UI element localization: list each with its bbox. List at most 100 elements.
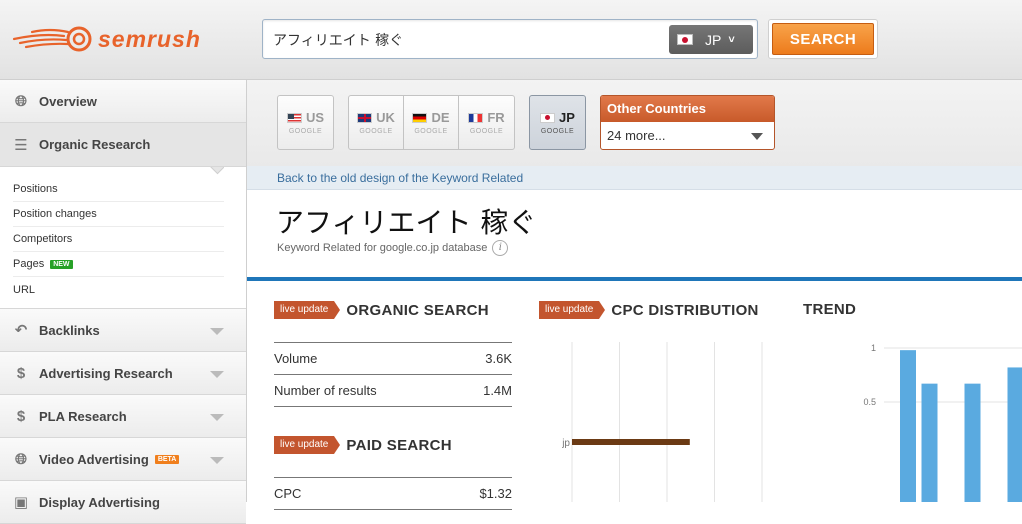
database-code: JP: [705, 32, 721, 48]
subnav-item-positions[interactable]: Positions: [13, 177, 224, 202]
db-group-uk-de-fr: UK GOOGLE DE GOOGLE FR GOOGLE: [348, 95, 515, 150]
sidebar-item-label: Video Advertising: [39, 452, 149, 467]
uk-flag-icon: [357, 113, 372, 123]
sidebar-item-video-advertising[interactable]: 🌐︎ Video Advertising BETA: [0, 438, 246, 481]
db-button-de[interactable]: DE GOOGLE: [404, 96, 459, 149]
metric-row-volume: Volume 3.6K: [274, 343, 512, 375]
metric-label: Volume: [274, 351, 317, 366]
search-button-frame: SEARCH: [768, 19, 878, 59]
subnav-label: Position changes: [13, 208, 97, 220]
category-tick-label: jp: [561, 438, 570, 449]
cpc-distribution-svg: jp: [572, 342, 767, 502]
database-bar: US GOOGLE UK GOOGLE DE GOOGLE FR GOOGLE …: [247, 80, 1022, 166]
paid-search-metrics: CPC $1.32: [274, 477, 512, 510]
metric-label: Number of results: [274, 383, 377, 398]
db-button-jp[interactable]: JP GOOGLE: [529, 95, 586, 150]
subnav-label: Competitors: [13, 233, 72, 245]
metric-label: CPC: [274, 486, 301, 501]
sidebar-item-advertising-research[interactable]: $ Advertising Research: [0, 352, 246, 395]
logo-text: semrush: [98, 26, 201, 53]
sidebar-item-display-advertising[interactable]: ▣ Display Advertising: [0, 481, 246, 524]
semrush-logo[interactable]: semrush: [12, 22, 201, 56]
db-code: UK: [376, 110, 395, 125]
subnav-label: URL: [13, 284, 35, 296]
subnav-item-url[interactable]: URL: [13, 277, 224, 302]
y-tick-label: 1: [871, 343, 876, 353]
subnav-item-pages[interactable]: Pages NEW: [13, 252, 224, 277]
new-badge: NEW: [50, 260, 72, 269]
sidebar-item-backlinks[interactable]: ↶ Backlinks: [0, 309, 246, 352]
caret-down-icon: [210, 457, 224, 464]
keyword-title: アフィリエイト 稼ぐ: [276, 201, 536, 241]
chevron-down-icon: ˅: [728, 34, 734, 46]
search-box: JP ˅: [262, 19, 758, 59]
sidebar-item-organic-research[interactable]: ☰ Organic Research: [0, 123, 246, 167]
sidebar-item-overview[interactable]: 🌐︎ Overview: [0, 80, 246, 123]
db-engine-label: GOOGLE: [349, 128, 403, 135]
metric-value: $1.32: [479, 486, 512, 501]
sidebar-item-label: PLA Research: [39, 409, 127, 424]
display-icon: ▣: [13, 493, 29, 511]
subnav-item-position-changes[interactable]: Position changes: [13, 202, 224, 227]
list-icon: ☰: [13, 136, 29, 154]
cpc-distribution-title: CPC DISTRIBUTION: [611, 302, 758, 319]
backlink-icon: ↶: [13, 321, 29, 339]
metric-value: 3.6K: [485, 351, 512, 366]
other-countries-select[interactable]: 24 more...: [601, 122, 774, 150]
top-header: semrush JP ˅ SEARCH: [0, 0, 1022, 80]
cpc-bar: [572, 439, 690, 445]
search-button[interactable]: SEARCH: [772, 23, 874, 55]
beta-badge: BETA: [155, 455, 180, 464]
active-pointer: [210, 167, 224, 175]
live-update-badge: live update: [274, 301, 334, 319]
db-code: FR: [487, 110, 504, 125]
trend-header: TREND: [803, 301, 856, 318]
subnav-item-competitors[interactable]: Competitors: [13, 227, 224, 252]
db-code: JP: [559, 110, 575, 125]
main-content: US GOOGLE UK GOOGLE DE GOOGLE FR GOOGLE …: [247, 80, 1022, 502]
keyword-subtitle: Keyword Related for google.co.jp databas…: [277, 240, 508, 256]
caret-down-icon: [210, 371, 224, 378]
sidebar-item-pla-research[interactable]: $ PLA Research: [0, 395, 246, 438]
back-link-bar: Back to the old design of the Keyword Re…: [247, 166, 1022, 190]
db-button-fr[interactable]: FR GOOGLE: [459, 96, 514, 149]
subnav-label: Positions: [13, 183, 58, 195]
japan-flag-icon: [677, 34, 693, 45]
dollar-icon: $: [13, 365, 29, 382]
trend-title: TREND: [803, 301, 856, 318]
metric-value: 1.4M: [483, 383, 512, 398]
subnav-label: Pages: [13, 258, 44, 270]
caret-down-icon: [210, 414, 224, 421]
trend-bar: [900, 350, 916, 502]
globe-icon: 🌐︎: [13, 93, 29, 110]
dollar-icon: $: [13, 408, 29, 425]
trend-bar: [1008, 367, 1022, 502]
db-code: DE: [431, 110, 449, 125]
search-input[interactable]: [273, 29, 663, 51]
paid-search-title: PAID SEARCH: [346, 437, 452, 454]
db-button-uk[interactable]: UK GOOGLE: [349, 96, 404, 149]
sidebar-item-label: Display Advertising: [39, 495, 160, 510]
cpc-distribution-header: live update CPC DISTRIBUTION: [539, 301, 759, 319]
db-engine-label: GOOGLE: [278, 128, 333, 135]
organic-search-header: live update ORGANIC SEARCH: [274, 301, 489, 319]
trend-chart: 10.5: [832, 342, 1022, 502]
trend-svg: 10.5: [832, 342, 1022, 502]
sidebar-item-label: Advertising Research: [39, 366, 173, 381]
caret-down-icon: [210, 328, 224, 335]
database-select[interactable]: JP ˅: [669, 25, 753, 54]
other-countries-dropdown[interactable]: Other Countries 24 more...: [600, 95, 775, 150]
trend-bar: [965, 384, 981, 502]
us-flag-icon: [287, 113, 302, 123]
info-icon[interactable]: i: [492, 240, 508, 256]
back-to-old-design-link[interactable]: Back to the old design of the Keyword Re…: [277, 171, 523, 185]
organic-subnav: Positions Position changes Competitors P…: [0, 167, 246, 309]
db-button-us[interactable]: US GOOGLE: [277, 95, 334, 150]
trend-bar: [922, 384, 938, 502]
other-countries-value: 24 more...: [607, 128, 666, 143]
globe-icon: 🌐︎: [13, 451, 29, 468]
db-engine-label: GOOGLE: [530, 128, 585, 135]
metric-row-results: Number of results 1.4M: [274, 375, 512, 407]
live-update-badge: live update: [274, 436, 334, 454]
fr-flag-icon: [468, 113, 483, 123]
